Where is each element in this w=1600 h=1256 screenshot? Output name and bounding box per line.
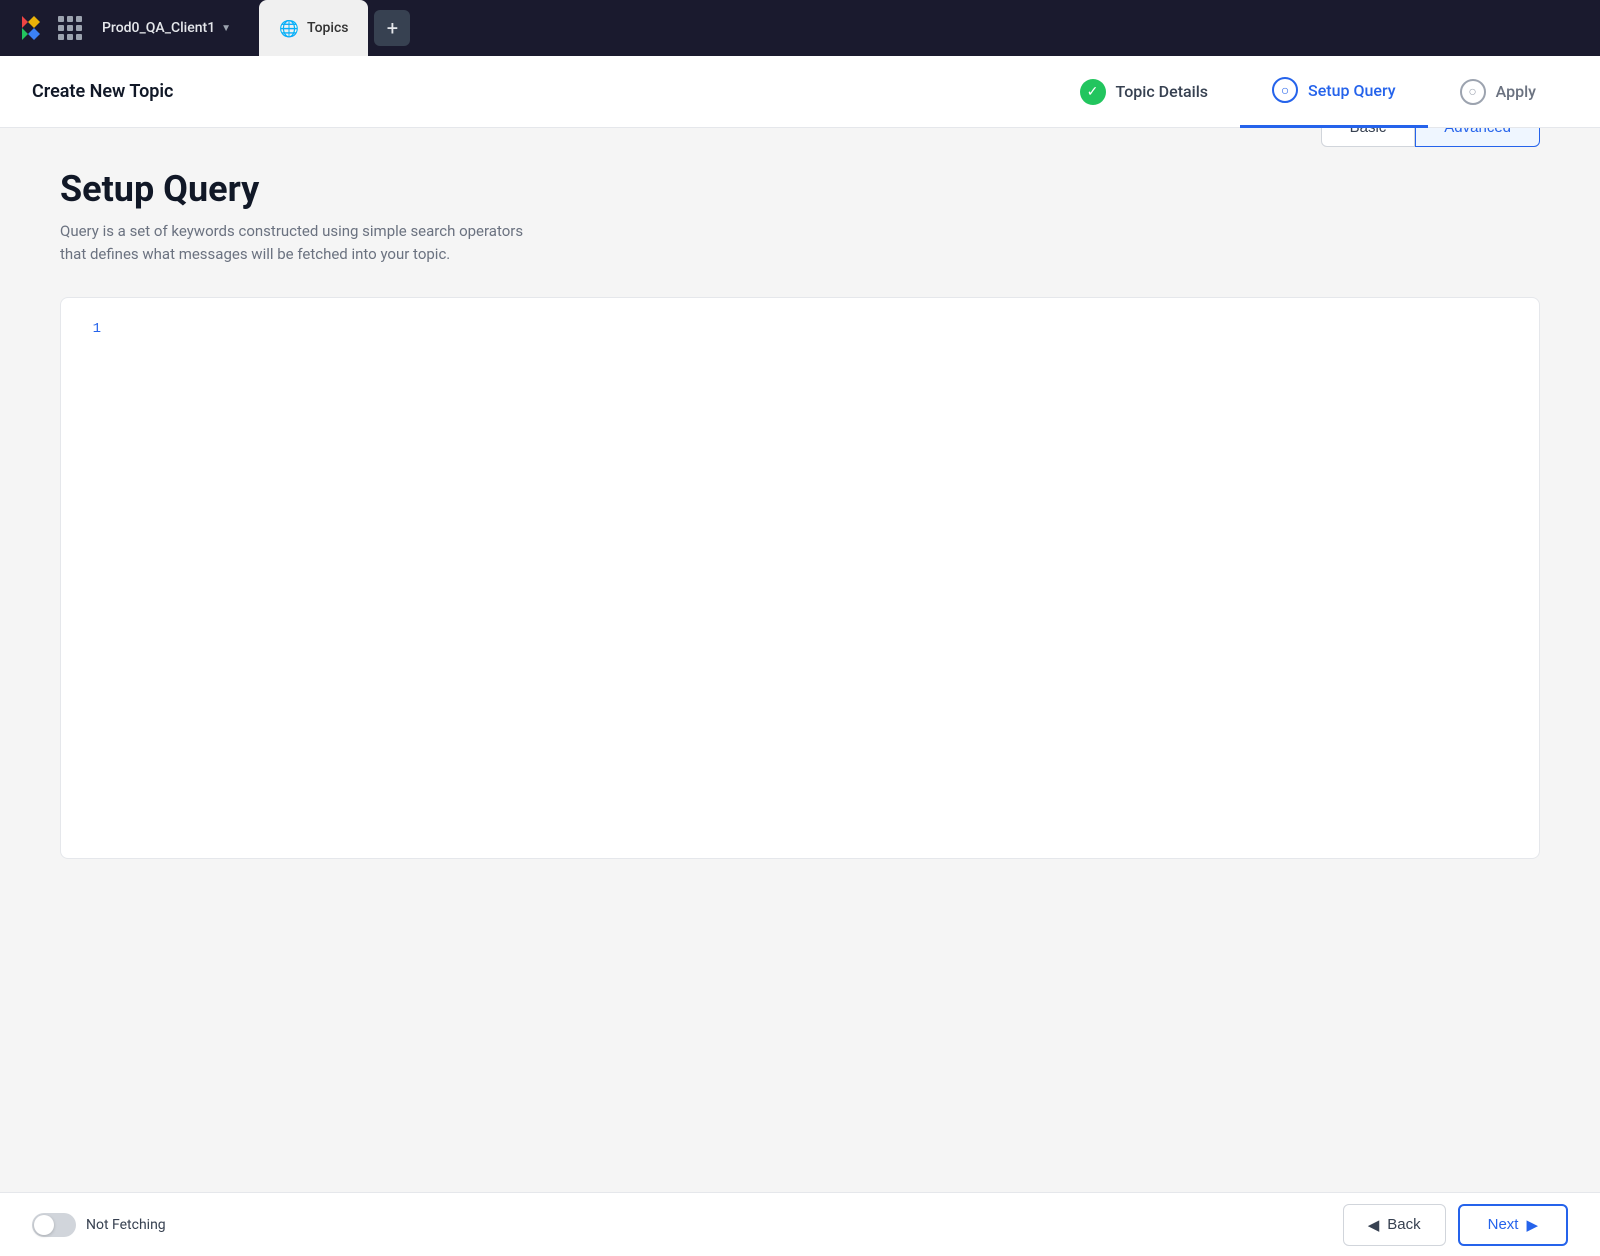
step-apply[interactable]: ○ Apply [1428, 56, 1568, 128]
topics-tab[interactable]: 🌐 Topics [259, 0, 368, 56]
advanced-mode-button[interactable]: Advanced [1415, 128, 1540, 147]
step-setup-query[interactable]: ○ Setup Query [1240, 56, 1428, 128]
page-title: Create New Topic [32, 81, 173, 102]
next-button-label: Next [1488, 1216, 1519, 1233]
workspace-selector[interactable]: Prod0_QA_Client1 ▼ [92, 14, 241, 42]
section-title: Setup Query [60, 168, 1540, 210]
toggle-area: Not Fetching [32, 1213, 166, 1237]
fetching-toggle[interactable] [32, 1213, 76, 1237]
toggle-label: Not Fetching [86, 1217, 166, 1233]
step-apply-icon: ○ [1460, 79, 1486, 105]
step-apply-label: Apply [1496, 82, 1536, 101]
line-numbers: 1 [81, 318, 101, 838]
tab-area: 🌐 Topics + [259, 0, 1588, 56]
section-desc-line2: that defines what messages will be fetch… [60, 245, 450, 263]
step-topic-details-label: Topic Details [1116, 82, 1209, 101]
step-setup-query-icon: ○ [1272, 77, 1298, 103]
basic-mode-button[interactable]: Basic [1321, 128, 1416, 147]
step-topic-details-icon: ✓ [1080, 79, 1106, 105]
add-tab-button[interactable]: + [374, 10, 410, 46]
line-number-1: 1 [81, 318, 101, 340]
tab-label: Topics [307, 20, 348, 36]
chevron-down-icon: ▼ [221, 23, 231, 34]
back-button-label: Back [1387, 1216, 1420, 1233]
main-content: Basic Advanced Setup Query Query is a se… [0, 128, 1600, 1192]
wizard-steps: ✓ Topic Details ○ Setup Query ○ Apply [1048, 56, 1568, 128]
next-arrow-icon: ▶ [1526, 1216, 1538, 1234]
step-setup-query-label: Setup Query [1308, 81, 1396, 100]
footer-bar: Not Fetching ◀ Back Next ▶ [0, 1192, 1600, 1256]
section-desc-line1: Query is a set of keywords constructed u… [60, 222, 523, 240]
apps-grid-icon[interactable] [58, 16, 82, 40]
step-topic-details[interactable]: ✓ Topic Details [1048, 56, 1241, 128]
section-desc: Query is a set of keywords constructed u… [60, 220, 1540, 265]
app-logo [12, 10, 48, 46]
query-type-toggle: Basic Advanced [1321, 128, 1540, 147]
workspace-name: Prod0_QA_Client1 [102, 20, 215, 36]
next-button[interactable]: Next ▶ [1458, 1204, 1568, 1246]
footer-buttons: ◀ Back Next ▶ [1343, 1204, 1568, 1246]
back-button[interactable]: ◀ Back [1343, 1204, 1446, 1246]
toggle-knob [34, 1215, 54, 1235]
topbar: Prod0_QA_Client1 ▼ 🌐 Topics + [0, 0, 1600, 56]
globe-icon: 🌐 [279, 19, 299, 38]
back-arrow-icon: ◀ [1368, 1216, 1380, 1234]
plus-icon: + [387, 16, 398, 40]
section-header: Setup Query Query is a set of keywords c… [60, 168, 1540, 265]
query-editor[interactable]: 1 [60, 297, 1540, 859]
header-bar: Create New Topic ✓ Topic Details ○ Setup… [0, 56, 1600, 128]
query-input[interactable] [117, 318, 1519, 838]
